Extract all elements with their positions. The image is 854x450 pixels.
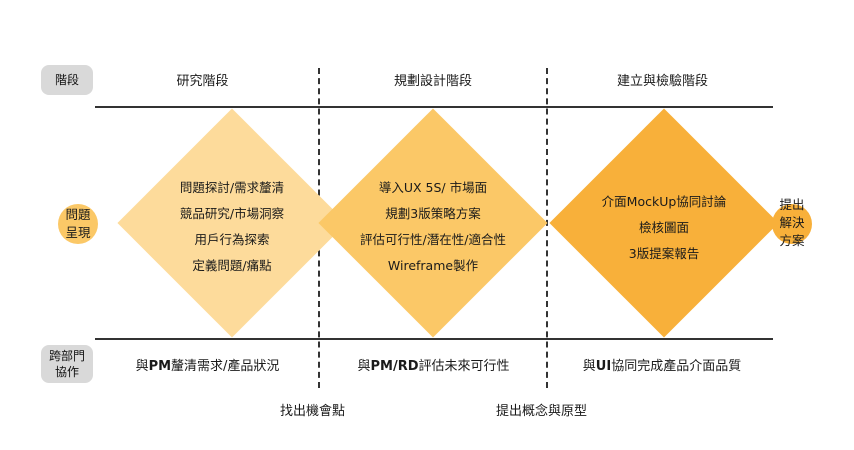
problem-row-label-line1: 問題	[65, 207, 91, 222]
research-line-4: 定義問題/痛點	[192, 258, 272, 273]
cross-row-label-line1: 跨部門	[48, 349, 85, 363]
collab-research: 與PM釐清需求/產品狀況	[110, 355, 305, 374]
collab-planning-prefix: 與	[357, 359, 371, 374]
bottom-divider	[95, 338, 773, 340]
diamond-planning-text: 導入UX 5S/ 市場面 規劃3版策略方案 評估可行性/潛在性/適合性 Wire…	[333, 175, 533, 279]
solution-line-1: 提出	[779, 197, 805, 212]
note-propose-concept: 提出概念與原型	[496, 404, 588, 419]
research-line-2: 競品研究/市場洞察	[179, 206, 285, 221]
build-line-1: 介面MockUp協同討論	[601, 194, 727, 209]
diamond-research-text: 問題探討/需求釐清 競品研究/市場洞察 用戶行為探索 定義問題/痛點	[132, 175, 332, 279]
research-line-3: 用戶行為探索	[194, 232, 270, 247]
collab-planning-rest: 評估未來可行性	[418, 359, 510, 374]
planning-line-2: 規劃3版策略方案	[385, 206, 481, 221]
stage-row-label: 階段	[41, 65, 93, 95]
build-line-3: 3版提案報告	[628, 246, 700, 261]
note-find-opportunity: 找出機會點	[280, 404, 346, 419]
stage-row-label-text: 階段	[54, 73, 79, 87]
stage-divider-2	[546, 68, 548, 388]
planning-line-4: Wireframe製作	[387, 258, 479, 273]
collab-research-rest: 釐清需求/產品狀況	[171, 359, 280, 374]
collab-build-partner: UI	[595, 359, 612, 374]
problem-row-label-line2: 呈現	[65, 225, 91, 240]
solution-line-3: 方案	[779, 233, 805, 248]
planning-line-3: 評估可行性/潛在性/適合性	[360, 232, 506, 247]
build-line-2: 檢核圖面	[638, 220, 689, 235]
problem-row-label: 問題 呈現	[56, 206, 100, 242]
collab-build: 與UI協同完成產品介面品質	[562, 355, 762, 374]
diamond-build-text: 介面MockUp協同討論 檢核圖面 3版提案報告	[564, 189, 764, 267]
research-line-1: 問題探討/需求釐清	[179, 180, 285, 195]
collab-research-partner: PM	[148, 359, 172, 374]
collab-build-rest: 協同完成產品介面品質	[611, 359, 742, 374]
top-divider	[95, 106, 773, 108]
stage-title-research: 研究階段	[176, 74, 229, 89]
collab-research-prefix: 與	[135, 359, 149, 374]
solution-line-2: 解決	[779, 215, 805, 230]
planning-line-1: 導入UX 5S/ 市場面	[378, 180, 488, 195]
collab-build-prefix: 與	[582, 359, 596, 374]
solution-badge-label: 提出 解決 方案	[770, 196, 814, 250]
collab-planning-partner: PM/RD	[370, 359, 419, 374]
collab-planning: 與PM/RD評估未來可行性	[336, 355, 531, 374]
cross-row-label-line2: 協作	[54, 365, 79, 379]
stage-title-build: 建立與檢驗階段	[616, 74, 708, 89]
cross-row-label: 跨部門 協作	[41, 345, 93, 383]
stage-title-planning: 規劃設計階段	[393, 74, 472, 89]
